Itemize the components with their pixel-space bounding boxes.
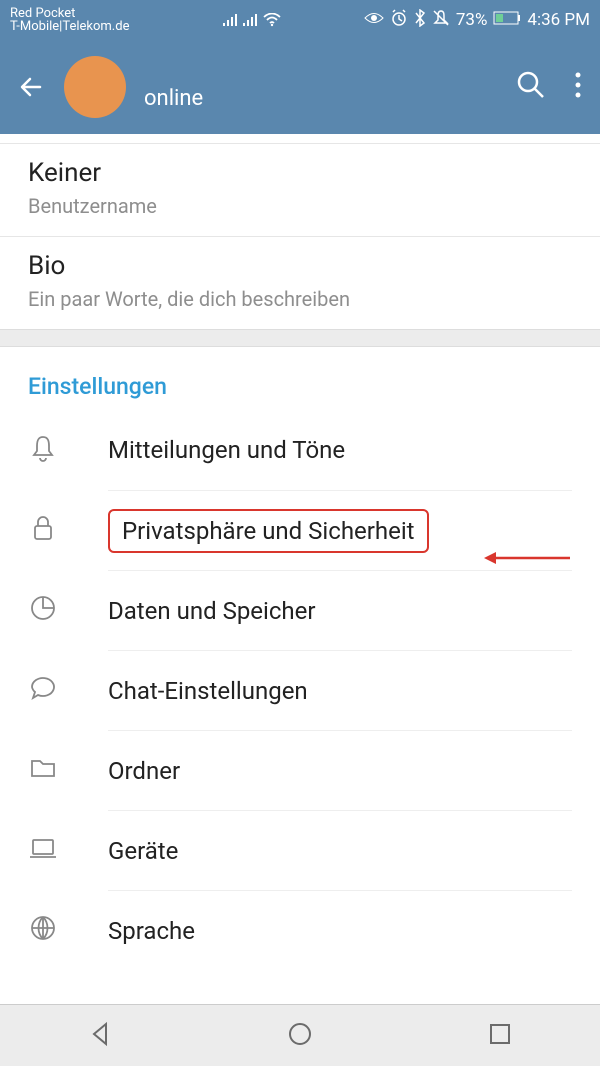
settings-item-chat[interactable]: Chat-Einstellungen [0, 650, 600, 730]
nav-recent-button[interactable] [486, 1020, 514, 1052]
settings-item-label: Privatsphäre und Sicherheit [122, 517, 415, 545]
app-bar-status: online [144, 64, 498, 111]
bluetooth-icon [414, 9, 426, 32]
status-signal-icons [223, 13, 281, 27]
nav-bar [0, 1004, 600, 1066]
search-button[interactable] [516, 70, 546, 104]
chat-icon [28, 673, 58, 707]
settings-item-label: Ordner [108, 757, 180, 785]
bio-row[interactable]: Bio Ein paar Worte, die dich beschreiben [0, 237, 600, 329]
settings-item-folders[interactable]: Ordner [0, 730, 600, 810]
username-value: Keiner [28, 158, 572, 188]
battery-icon [493, 10, 521, 30]
signal-icon [243, 13, 259, 27]
more-options-button[interactable] [574, 70, 582, 104]
bio-label: Ein paar Worte, die dich beschreiben [28, 287, 572, 311]
bio-value: Bio [28, 251, 572, 281]
wifi-icon [263, 13, 281, 27]
battery-pct: 73% [456, 10, 488, 30]
settings-item-label: Chat-Einstellungen [108, 677, 308, 705]
status-time: 4:36 PM [527, 10, 590, 30]
alarm-icon [390, 9, 408, 32]
status-carrier: Red Pocket T-Mobile|Telekom.de [10, 7, 129, 33]
pie-icon [28, 593, 58, 627]
section-divider [0, 329, 600, 347]
settings-item-data[interactable]: Daten und Speicher [0, 570, 600, 650]
nav-back-button[interactable] [86, 1020, 114, 1052]
username-row[interactable]: Keiner Benutzername [0, 144, 600, 237]
settings-header: Einstellungen [0, 347, 600, 410]
username-label: Benutzername [28, 194, 572, 218]
device-icon [28, 833, 58, 867]
settings-item-label: Mitteilungen und Töne [108, 436, 345, 464]
settings-item-devices[interactable]: Geräte [0, 810, 600, 890]
eye-icon [364, 10, 384, 30]
app-bar: online [0, 40, 600, 134]
settings-item-notifications[interactable]: Mitteilungen und Töne [0, 410, 600, 490]
settings-item-label: Daten und Speicher [108, 597, 316, 625]
settings-item-label: Sprache [108, 917, 195, 945]
status-bar: Red Pocket T-Mobile|Telekom.de 73% [0, 0, 600, 40]
settings-item-label: Geräte [108, 837, 178, 865]
carrier-line2: T-Mobile|Telekom.de [10, 20, 129, 33]
annotation-arrow [484, 548, 570, 568]
signal-icon [223, 13, 239, 27]
settings-item-language[interactable]: Sprache [0, 890, 600, 970]
back-button[interactable] [18, 73, 46, 101]
highlight-box: Privatsphäre und Sicherheit [108, 509, 429, 553]
bell-icon [28, 433, 58, 467]
mute-icon [432, 9, 450, 32]
status-right: 73% 4:36 PM [364, 9, 590, 32]
nav-home-button[interactable] [286, 1020, 314, 1052]
lock-icon [28, 513, 58, 547]
avatar[interactable] [64, 56, 126, 118]
folder-icon [28, 753, 58, 787]
globe-icon [28, 913, 58, 947]
